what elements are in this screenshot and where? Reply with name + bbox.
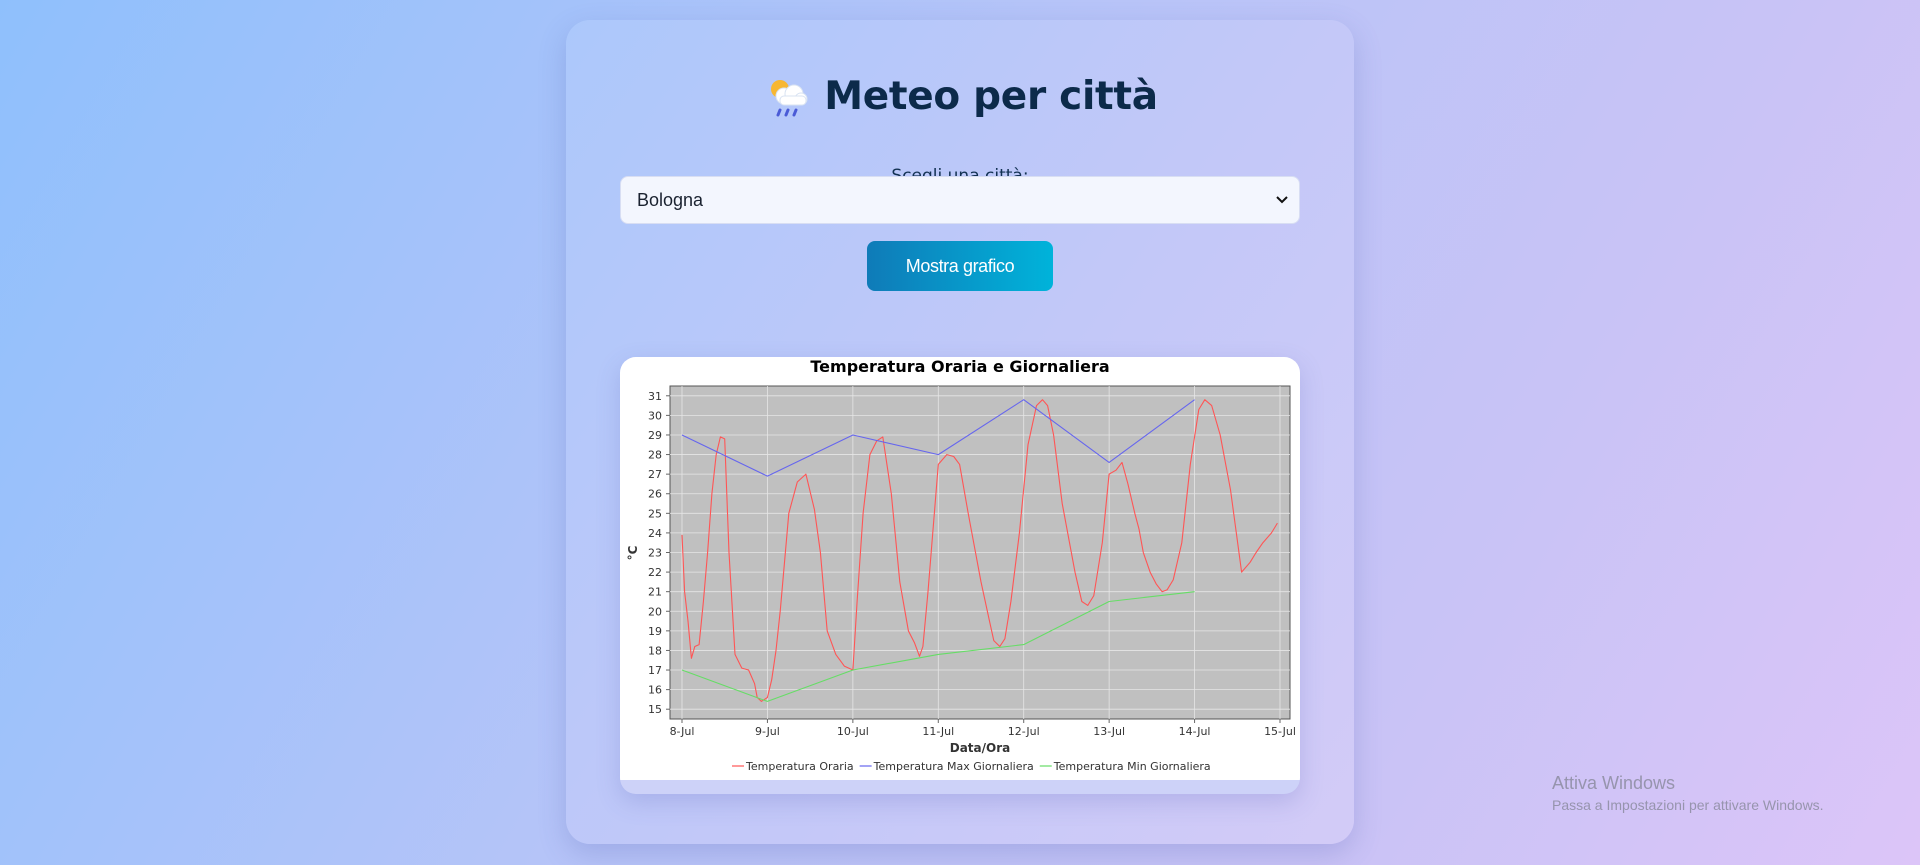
y-tick-label: 19 [648, 625, 662, 638]
city-select-value: Bologna [637, 189, 704, 210]
x-tick-label: 14-Jul [1179, 725, 1211, 738]
page-header: Meteo per città [566, 68, 1354, 124]
y-tick-label: 28 [648, 449, 662, 462]
x-tick-label: 8-Jul [670, 725, 695, 738]
page-title: Meteo per città [824, 73, 1158, 119]
chart-legend: Temperatura Oraria Temperatura Max Giorna… [732, 760, 1211, 773]
x-tick-label: 11-Jul [922, 725, 954, 738]
y-tick-label: 23 [648, 547, 662, 560]
y-tick-label: 26 [648, 488, 662, 501]
y-axis-label: °C [626, 545, 640, 560]
x-tick-label: 13-Jul [1093, 725, 1125, 738]
chevron-down-icon [1276, 196, 1288, 204]
x-tick-label: 9-Jul [755, 725, 780, 738]
x-tick-label: 10-Jul [837, 725, 869, 738]
temperature-chart: Temperatura Oraria e Giornaliera 1516171… [620, 357, 1300, 780]
legend-item: Temperatura Min Giornaliera [1053, 760, 1211, 773]
legend-item: Temperatura Max Giornaliera [873, 760, 1034, 773]
chart-title: Temperatura Oraria e Giornaliera [810, 357, 1109, 376]
y-tick-label: 18 [648, 644, 662, 657]
sun-cloud-rain-icon [771, 80, 808, 117]
city-select[interactable]: Bologna [620, 176, 1300, 224]
y-tick-label: 17 [648, 664, 662, 677]
y-tick-label: 15 [648, 703, 662, 716]
x-tick-label: 12-Jul [1008, 725, 1040, 738]
x-axis-ticks: 8-Jul 9-Jul 10-Jul 11-Jul 12-Jul 13-Jul 14-Jul… [670, 719, 1296, 738]
y-tick-label: 25 [648, 507, 662, 520]
watermark-line-1: Attiva Windows [1552, 773, 1676, 793]
weather-card: Meteo per città Scegli una città: Bologn… [566, 20, 1354, 844]
windows-activation-watermark: Attiva Windows Passa a Impostazioni per … [1552, 773, 1824, 813]
y-tick-label: 29 [648, 429, 662, 442]
show-chart-button[interactable]: Mostra grafico [867, 241, 1053, 291]
y-tick-label: 20 [648, 605, 662, 618]
y-tick-label: 27 [648, 468, 662, 481]
chart-container: Temperatura Oraria e Giornaliera 15 16 17 1… [620, 357, 1300, 794]
y-tick-label: 22 [648, 566, 662, 579]
y-tick-label: 24 [648, 527, 662, 540]
y-axis-ticks: 15 16 17 18 19 20 21 22 23 24 25 26 27 28 29 30 31 [648, 390, 670, 716]
x-tick-label: 15-Jul [1264, 725, 1296, 738]
x-axis-label: Data/Ora [950, 741, 1011, 755]
legend-item: Temperatura Oraria [745, 760, 854, 773]
y-tick-label: 30 [648, 409, 662, 422]
y-tick-label: 21 [648, 586, 662, 599]
watermark-line-2: Passa a Impostazioni per attivare Window… [1552, 797, 1824, 813]
y-tick-label: 31 [648, 390, 662, 403]
y-tick-label: 16 [648, 684, 662, 697]
